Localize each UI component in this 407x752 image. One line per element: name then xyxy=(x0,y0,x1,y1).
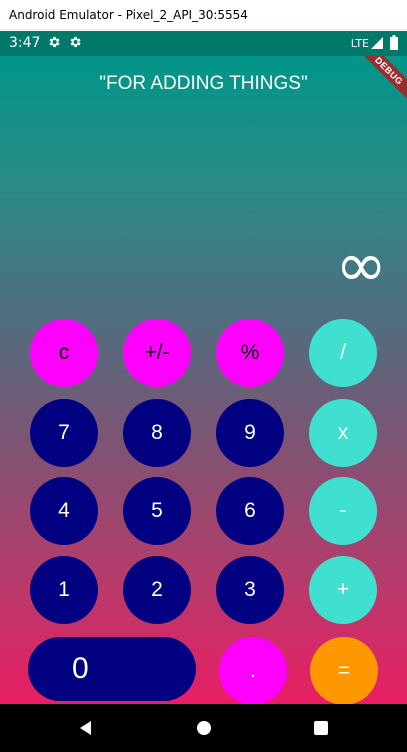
divide-button[interactable]: / xyxy=(309,319,377,387)
android-status-bar: 3:47 LTE xyxy=(0,31,407,56)
network-type-label: LTE xyxy=(350,37,369,50)
subtract-button[interactable]: - xyxy=(309,477,377,545)
equals-button[interactable]: = xyxy=(310,637,378,704)
digit-5-button[interactable]: 5 xyxy=(123,477,191,545)
digit-6-button[interactable]: 6 xyxy=(216,477,284,545)
emulator-window: Android Emulator - Pixel_2_API_30:5554 3… xyxy=(0,0,407,752)
clear-button[interactable]: c xyxy=(30,319,98,387)
home-icon[interactable] xyxy=(194,718,214,738)
decimal-point-button[interactable]: . xyxy=(219,637,287,704)
settings-gear-icon xyxy=(49,36,60,48)
add-button[interactable]: + xyxy=(309,556,377,624)
digit-2-button[interactable]: 2 xyxy=(123,556,191,624)
digit-0-button[interactable]: 0 xyxy=(28,637,196,701)
digit-7-button[interactable]: 7 xyxy=(30,399,98,467)
battery-icon xyxy=(390,35,398,50)
calculator-app: DEBUG "FOR ADDING THINGS" ∞ c +/- % / 7 … xyxy=(0,56,407,704)
sign-toggle-button[interactable]: +/- xyxy=(123,319,191,387)
window-title-bar[interactable]: Android Emulator - Pixel_2_API_30:5554 xyxy=(0,0,407,30)
window-title: Android Emulator - Pixel_2_API_30:5554 xyxy=(9,8,248,22)
status-time: 3:47 xyxy=(9,35,41,51)
multiply-button[interactable]: x xyxy=(309,399,377,467)
digit-4-button[interactable]: 4 xyxy=(30,477,98,545)
digit-9-button[interactable]: 9 xyxy=(216,399,284,467)
back-icon[interactable] xyxy=(76,718,96,738)
digit-1-button[interactable]: 1 xyxy=(30,556,98,624)
android-navigation-bar xyxy=(0,704,407,752)
digit-8-button[interactable]: 8 xyxy=(123,399,191,467)
overview-icon[interactable] xyxy=(311,718,331,738)
settings-gear-icon xyxy=(70,36,81,48)
app-title: "FOR ADDING THINGS" xyxy=(99,73,308,94)
result-display: ∞ xyxy=(335,228,387,301)
signal-icon xyxy=(371,37,383,49)
percent-button[interactable]: % xyxy=(216,319,284,387)
digit-3-button[interactable]: 3 xyxy=(216,556,284,624)
